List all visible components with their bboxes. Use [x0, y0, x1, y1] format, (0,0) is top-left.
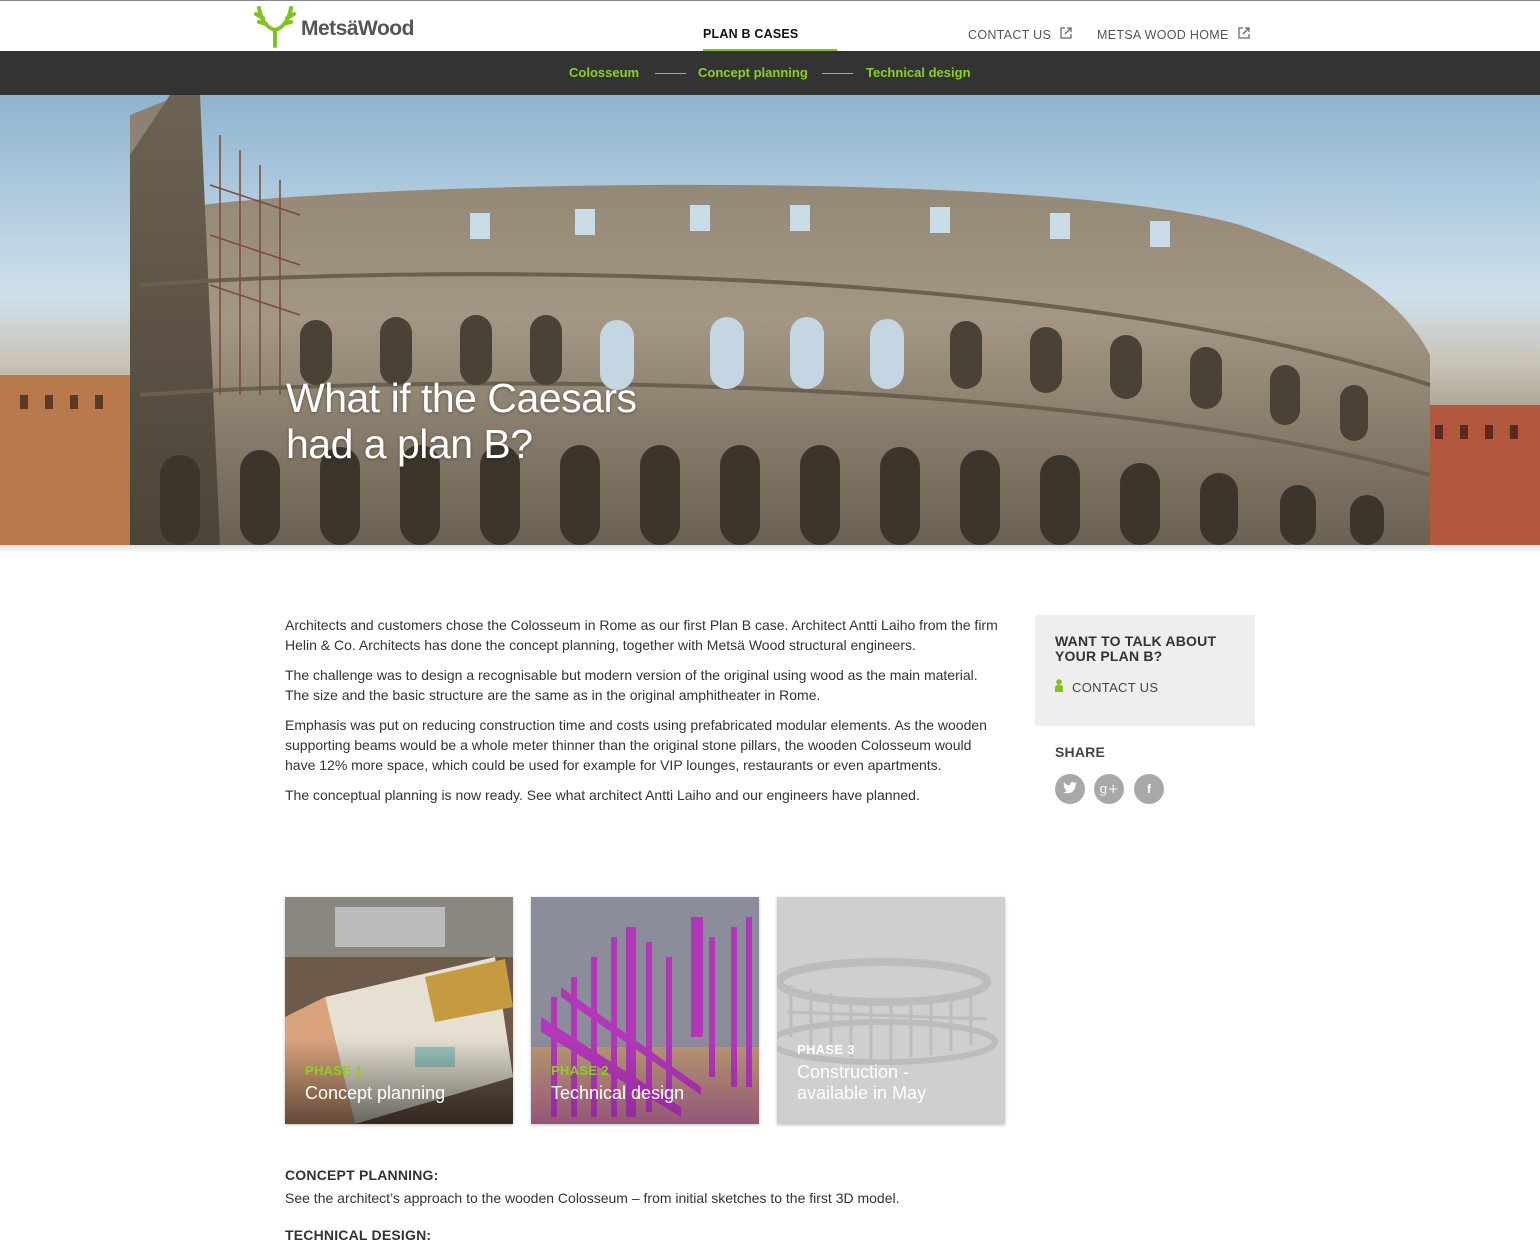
- article-paragraph: Emphasis was put on reducing constructio…: [285, 717, 987, 773]
- nav-metsa-wood-home[interactable]: METSA WOOD HOME: [1097, 27, 1250, 42]
- article-body: Architects and customers chose the Colos…: [285, 615, 1005, 815]
- logo-wordmark: MetsäWood: [301, 17, 414, 40]
- technical-design-heading: TECHNICAL DESIGN:: [285, 1227, 432, 1243]
- google-plus-share-button[interactable]: g+: [1094, 774, 1124, 804]
- phase-label: PHASE 3: [797, 1042, 855, 1057]
- phase-label: PHASE 1: [305, 1063, 363, 1078]
- facebook-icon: f: [1147, 782, 1151, 796]
- hero-title-line2: had a plan B?: [286, 421, 533, 467]
- article-paragraph: The challenge was to design a recognisab…: [285, 667, 978, 703]
- nav-plan-b-cases[interactable]: PLAN B CASES: [703, 1, 837, 52]
- colosseum-photo: [0, 95, 1540, 545]
- site-header: MetsäWood PLAN B CASES CONTACT US METSA …: [0, 0, 1540, 52]
- phase-card-2[interactable]: PHASE 2 Technical design: [531, 897, 759, 1124]
- subnav-concept-planning[interactable]: Concept planning: [698, 65, 808, 80]
- contact-box: WANT TO TALK ABOUT YOUR PLAN B? CONTACT …: [1035, 615, 1255, 726]
- twitter-icon: [1063, 781, 1077, 797]
- antler-logo-icon: [254, 6, 296, 48]
- phase-title-line2: available in May: [797, 1083, 927, 1103]
- twitter-share-button[interactable]: [1055, 774, 1085, 804]
- nav-plan-b-cases-label: PLAN B CASES: [703, 27, 799, 41]
- phase-card-1[interactable]: PHASE 1 Concept planning: [285, 897, 513, 1124]
- contact-us-link[interactable]: CONTACT US: [1055, 679, 1158, 695]
- subnav-divider: [822, 73, 853, 74]
- share-title: SHARE: [1055, 744, 1106, 760]
- facebook-share-button[interactable]: f: [1134, 774, 1164, 804]
- nav-contact-us-label: CONTACT US: [968, 27, 1052, 42]
- contact-box-title: WANT TO TALK ABOUT YOUR PLAN B?: [1055, 633, 1217, 664]
- case-subnav: Colosseum Concept planning Technical des…: [0, 51, 1540, 95]
- hero-title-line1: What if the Caesars: [286, 375, 637, 421]
- phase-label: PHASE 2: [551, 1063, 609, 1078]
- phase-title-line1: Construction -: [797, 1062, 910, 1082]
- concept-planning-text: See the architect’s approach to the wood…: [285, 1190, 900, 1206]
- subnav-divider: [655, 73, 686, 74]
- nav-metsa-wood-home-label: METSA WOOD HOME: [1097, 27, 1229, 42]
- metsawood-logo[interactable]: MetsäWood: [253, 4, 414, 48]
- contact-us-label: CONTACT US: [1072, 679, 1159, 695]
- subnav-technical-design[interactable]: Technical design: [866, 65, 971, 80]
- hero-shadow: [0, 545, 1540, 553]
- concept-planning-heading: CONCEPT PLANNING:: [285, 1167, 439, 1183]
- phase-title: Construction - available in May: [797, 1062, 926, 1104]
- article-paragraph: The conceptual planning is now ready. Se…: [285, 787, 920, 803]
- external-link-icon: [1237, 27, 1250, 42]
- article-paragraph: Architects and customers chose the Colos…: [285, 617, 998, 653]
- google-plus-icon: g+: [1099, 781, 1119, 797]
- phase-title: Concept planning: [305, 1083, 446, 1103]
- phase-title: Technical design: [551, 1083, 685, 1103]
- person-icon: [1055, 679, 1063, 695]
- subnav-colosseum[interactable]: Colosseum: [569, 65, 639, 80]
- hero-banner: What if the Caesars had a plan B?: [0, 95, 1540, 545]
- external-link-icon: [1060, 27, 1072, 42]
- hero-title: What if the Caesars had a plan B?: [286, 375, 706, 467]
- phase-card-3[interactable]: PHASE 3 Construction - available in May: [777, 897, 1005, 1124]
- nav-contact-us[interactable]: CONTACT US: [968, 27, 1072, 42]
